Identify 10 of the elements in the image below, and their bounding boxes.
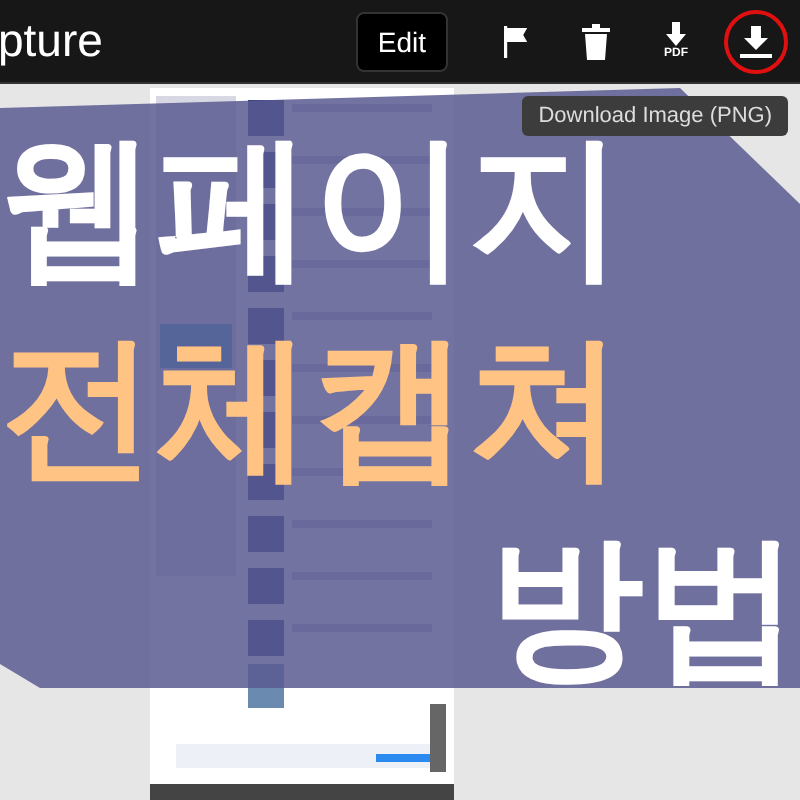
headline-text: 방법 — [488, 518, 800, 698]
tooltip: Download Image (PNG) — [522, 96, 788, 136]
edit-button[interactable]: Edit — [355, 11, 448, 71]
download-icon — [664, 21, 688, 45]
download-image-button[interactable] — [724, 9, 788, 73]
trash-icon — [582, 23, 610, 59]
download-icon — [740, 25, 772, 57]
headline-text: 전체캡쳐 — [0, 318, 624, 498]
flag-icon — [500, 23, 532, 59]
app-title: pture — [0, 14, 103, 68]
